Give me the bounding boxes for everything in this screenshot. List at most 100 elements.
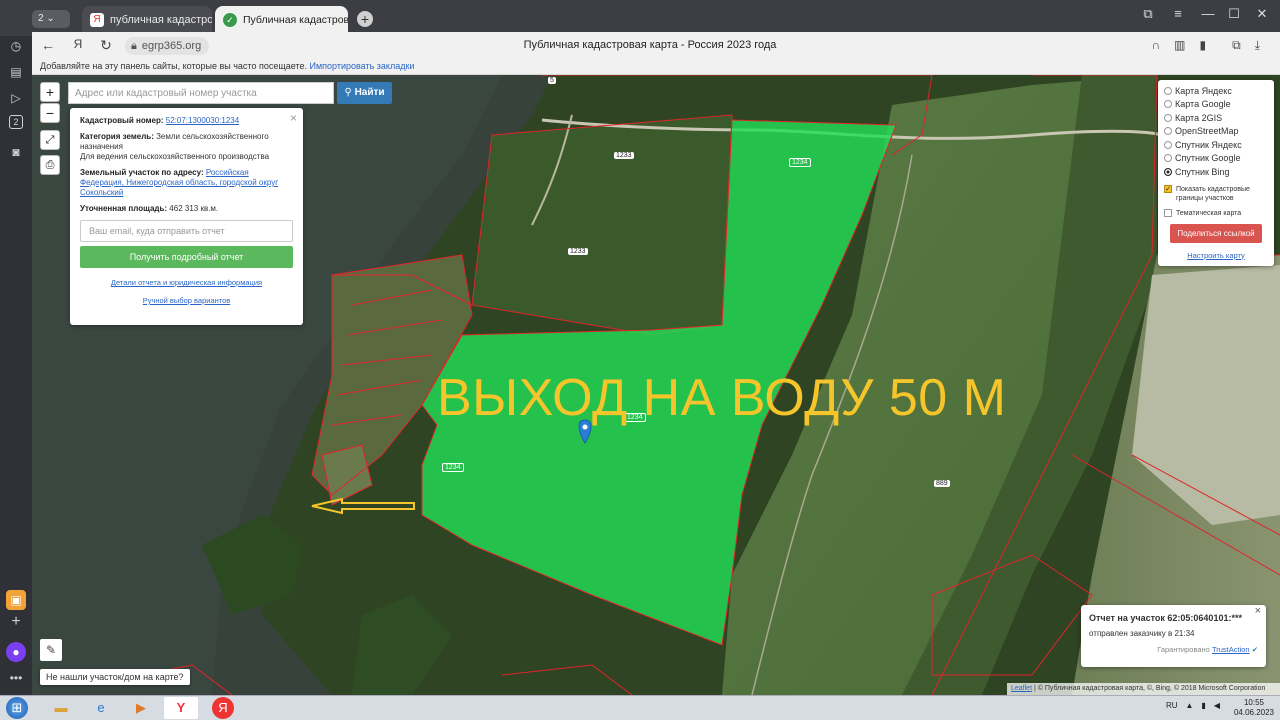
ruler-icon[interactable]: ✎	[40, 639, 62, 661]
not-found-button[interactable]: Не нашли участок/дом на карте?	[40, 669, 190, 685]
radio-icon	[1164, 127, 1172, 136]
radio-icon	[1164, 140, 1172, 149]
manual-select-link[interactable]: Ручной выбор вариантов	[143, 296, 231, 305]
share-link-button[interactable]: Поделиться ссылкой	[1170, 223, 1262, 243]
thematic-label: Тематическая карта	[1176, 209, 1242, 217]
extensions-icon[interactable]: ⧉	[1232, 38, 1241, 53]
tab-group-button[interactable]: 2 ⌄	[32, 10, 70, 28]
area-value: 462 313 кв.м.	[169, 204, 219, 213]
app-icon[interactable]: ▣	[6, 590, 26, 610]
area-label: Уточненная площадь:	[80, 204, 168, 213]
layer-panel: Карта Яндекс Карта Google Карта 2GIS Ope…	[1158, 80, 1274, 266]
download-icon[interactable]: ⤓	[1255, 38, 1260, 53]
start-icon[interactable]: ⊞	[6, 697, 28, 719]
menu-icon[interactable]: ≡	[1166, 6, 1190, 21]
ie-icon[interactable]: e	[84, 697, 118, 719]
search-input[interactable]: Адрес или кадастровый номер участка	[68, 82, 334, 104]
fullscreen-icon[interactable]: ⤢	[40, 130, 60, 150]
leaflet-link[interactable]: Leaflet	[1011, 685, 1032, 692]
bookmark-hint: Добавляйте на эту панель сайты, которые …	[40, 61, 307, 71]
get-report-button[interactable]: Получить подробный отчет	[80, 246, 293, 268]
tab-strip: 2 ⌄ Я публичная кадастровая к ✓ Публична…	[0, 0, 1280, 36]
tray-arrow-icon[interactable]: ▲	[1186, 701, 1194, 710]
parcel-label: 889	[934, 480, 950, 487]
tab-label: Публичная кадастровая карта	[243, 14, 348, 26]
clock[interactable]: 10:55 04.06.2023	[1234, 698, 1274, 718]
verified-icon: ✔	[1251, 645, 1258, 654]
network-icon[interactable]: ▮	[1201, 701, 1205, 710]
layer-option[interactable]: Спутник Яндекс	[1164, 138, 1268, 152]
reader-icon[interactable]: ▥	[1174, 38, 1185, 53]
parcel-info-panel: × Кадастровый номер: 52:07:1300030:1234 …	[70, 108, 303, 325]
import-bookmarks-link[interactable]: Импортировать закладки	[310, 61, 415, 71]
taskbar: ⊞ ▬ e ▶ Y Я RU ▲ ▮ ◀ 10:55 04.06.2023	[0, 695, 1280, 720]
report-notification: × Отчет на участок 62:05:0640101:*** отп…	[1081, 605, 1266, 667]
new-tab-button[interactable]: +	[357, 11, 373, 27]
minimize-icon[interactable]: —	[1196, 6, 1220, 21]
category-label: Категория земель:	[80, 132, 154, 141]
close-icon[interactable]: ×	[290, 111, 297, 125]
page-title: Публичная кадастровая карта - Россия 202…	[523, 39, 777, 51]
maximize-icon[interactable]: ☐	[1222, 6, 1246, 22]
more-icon[interactable]: •••	[6, 668, 26, 688]
layer-option[interactable]: Спутник Google	[1164, 152, 1268, 166]
close-window-icon[interactable]: ✕	[1250, 6, 1274, 22]
add-panel-icon[interactable]: +	[6, 612, 26, 632]
attribution-text: | © Публичная кадастровая карта, ©, Bing…	[1032, 685, 1266, 692]
cad-number-link[interactable]: 52:07:1300030:1234	[166, 116, 239, 125]
chevron-down-icon: ⌄	[46, 13, 55, 24]
layer-option[interactable]: Карта Яндекс	[1164, 84, 1268, 98]
yandex-browser-icon[interactable]: Y	[164, 697, 198, 719]
radio-icon	[1164, 86, 1172, 95]
notification-sent: отправлен заказчику в 21:34	[1089, 629, 1195, 638]
screenshot-icon[interactable]: ◙	[6, 142, 26, 162]
tab-counter-icon[interactable]: 2	[9, 115, 23, 129]
thematic-checkbox[interactable]: Тематическая карта	[1164, 208, 1268, 218]
parcel-label: 5	[548, 77, 556, 84]
radio-icon	[1164, 154, 1172, 163]
overlay-caption: ВЫХОД НА ВОДУ 50 М	[437, 369, 1007, 427]
collections-icon[interactable]: ▤	[6, 62, 26, 82]
radio-icon	[1164, 113, 1172, 122]
lang-indicator[interactable]: RU	[1166, 701, 1178, 710]
checkmark-icon: ✓	[1164, 184, 1172, 193]
layer-option[interactable]: OpenStreetMap	[1164, 125, 1268, 139]
layer-option[interactable]: Карта 2GIS	[1164, 111, 1268, 125]
yandex-icon[interactable]: Я	[212, 697, 234, 719]
layer-option[interactable]: Спутник Bing	[1164, 165, 1268, 179]
volume-icon[interactable]: ◀	[1214, 701, 1220, 710]
checkbox-icon	[1164, 208, 1172, 217]
system-tray: RU ▲ ▮ ◀	[1166, 701, 1220, 710]
email-field[interactable]: Ваш email, куда отправить отчет	[80, 220, 293, 242]
close-icon[interactable]: ×	[1255, 605, 1261, 617]
tab-yandex[interactable]: Я публичная кадастровая к	[82, 6, 212, 34]
zoom-out-button[interactable]: −	[40, 103, 60, 123]
layer-option[interactable]: Карта Google	[1164, 98, 1268, 112]
media-icon[interactable]: ▶	[124, 697, 158, 719]
clock-time: 10:55	[1243, 698, 1264, 707]
video-icon[interactable]: ▷	[6, 88, 26, 108]
check-favicon-icon: ✓	[223, 13, 237, 27]
layer-label: Карта 2GIS	[1175, 112, 1223, 123]
headphones-icon[interactable]: ∩	[1152, 38, 1161, 53]
configure-map-link[interactable]: Настроить карту	[1164, 251, 1268, 260]
tab-count-badge: 2	[38, 13, 44, 24]
print-icon[interactable]: ⎙	[40, 155, 60, 175]
tab-cadastral-map[interactable]: ✓ Публичная кадастровая карта ×	[215, 6, 348, 34]
tabs-menu-icon[interactable]: ⧉	[1136, 6, 1160, 22]
zoom-in-button[interactable]: +	[40, 82, 60, 102]
guarantee-text: Гарантировано	[1157, 645, 1210, 654]
details-link[interactable]: Детали отчета и юридическая информация	[111, 278, 262, 287]
show-borders-checkbox[interactable]: ✓ Показать кадастровые границы участков	[1164, 184, 1268, 203]
alice-icon[interactable]: ●	[6, 642, 26, 662]
layer-label: Карта Яндекс	[1175, 85, 1232, 96]
map-attribution: Leaflet | © Публичная кадастровая карта,…	[1007, 683, 1280, 695]
usage-value: Для ведения сельскохозяйственного произв…	[80, 152, 270, 161]
explorer-icon[interactable]: ▬	[44, 697, 78, 719]
yandex-favicon-icon: Я	[90, 13, 104, 27]
search-button-label: Найти	[354, 87, 385, 98]
browser-sidebar: ● ◷ ▤ ▷ 2 ◙ ▣ + ● •••	[0, 0, 32, 695]
trustaction-link[interactable]: TrustAction	[1212, 645, 1250, 654]
search-button[interactable]: ⚲ Найти	[337, 82, 392, 104]
bookmark-icon[interactable]: ▮	[1200, 38, 1207, 53]
